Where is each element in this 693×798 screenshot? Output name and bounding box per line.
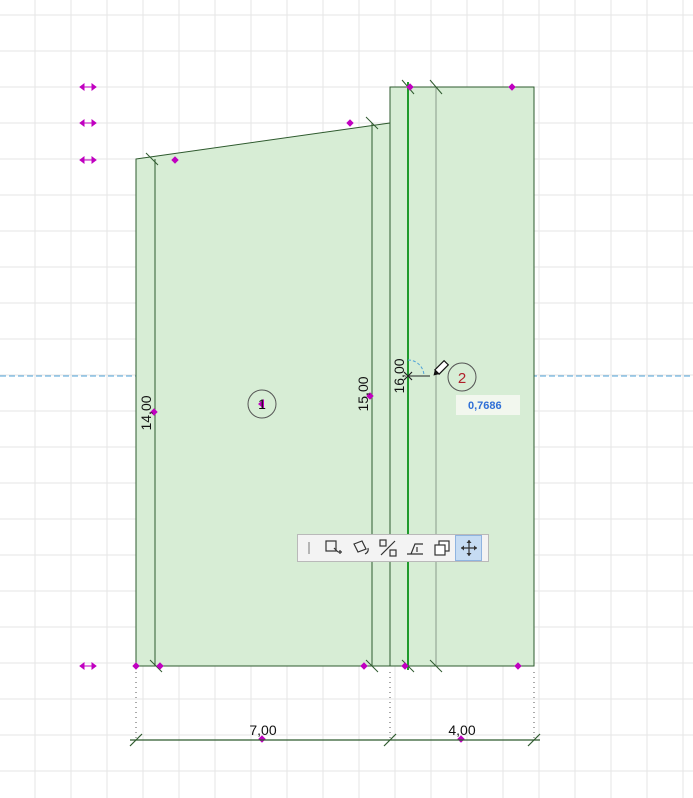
offset-edge-button[interactable] (374, 535, 401, 561)
tracker-value-box[interactable]: 0,7686 (456, 395, 520, 415)
duplicate-button[interactable] (428, 535, 455, 561)
dimension-height-left: 14,00 (138, 395, 154, 430)
elevation-icon (406, 543, 423, 555)
handle-left-3 (79, 156, 97, 164)
duplicate-icon (433, 540, 450, 556)
handle-dot (346, 119, 354, 127)
dimension-height-right: 16,00 (391, 358, 407, 393)
pet-palette-toolbar (297, 534, 489, 562)
rotate-icon (352, 540, 369, 555)
zone-shapes (135, 82, 535, 670)
dimension-width-right: 4,00 (448, 722, 475, 738)
bottom-dimension-line (129, 733, 541, 747)
handle-left-1 (79, 83, 97, 91)
move-button[interactable] (455, 535, 482, 561)
separator-icon (298, 535, 320, 561)
move-icon (460, 540, 477, 556)
dimension-width-left: 7,00 (249, 722, 276, 738)
zone-1-number: 1 (258, 396, 266, 412)
rotate-button[interactable] (347, 535, 374, 561)
zone-2-number: 2 (458, 370, 466, 387)
offset-edge-icon (378, 539, 397, 557)
zone-1-fill[interactable] (135, 122, 391, 667)
handle-left-4 (79, 662, 97, 670)
move-node-button[interactable] (320, 535, 347, 561)
elevation-button[interactable] (401, 535, 428, 561)
move-node-icon (324, 540, 342, 554)
dimension-height-middle: 15,00 (355, 376, 371, 411)
tracker-value: 0,7686 (468, 400, 502, 412)
drawing-canvas[interactable]: 1 2 14,00 15,00 16,00 0,7686 7,00 4,00 (0, 0, 693, 798)
handle-left-2 (79, 119, 97, 127)
